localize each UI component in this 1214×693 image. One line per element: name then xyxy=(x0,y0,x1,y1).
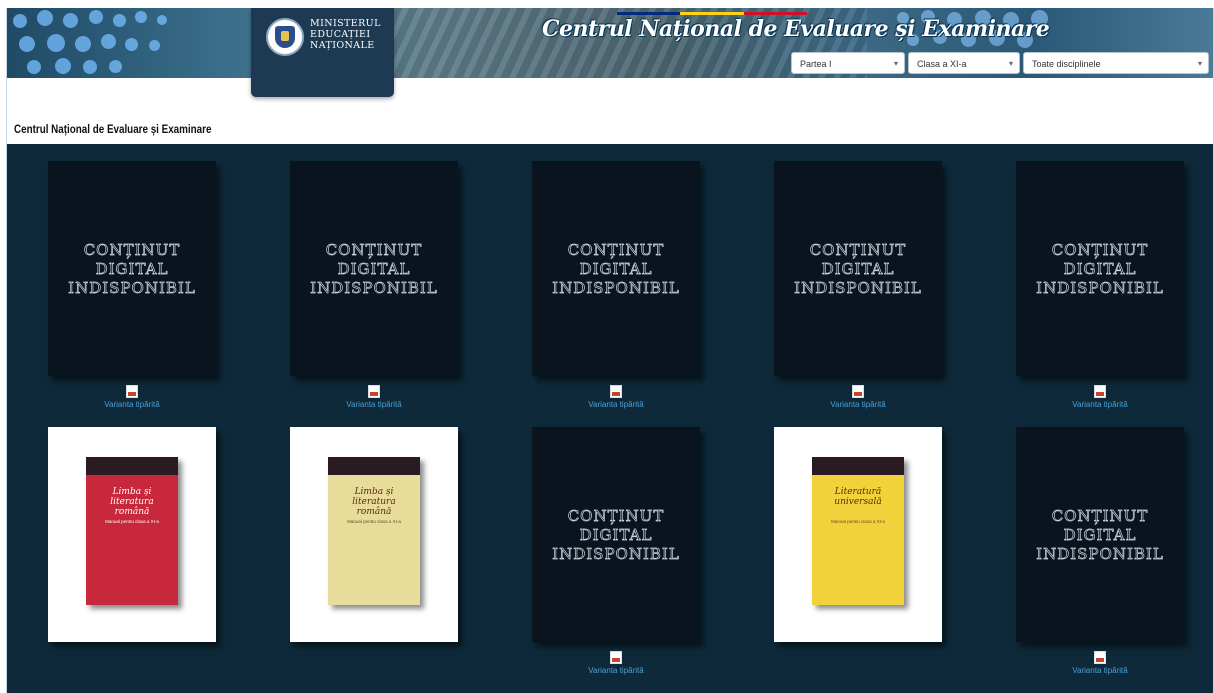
chevron-down-icon: ▾ xyxy=(1008,59,1013,68)
print-version-link[interactable]: Varianta tipărită xyxy=(532,385,700,409)
unavailable-line: indisponibil xyxy=(552,545,680,564)
print-version-label: Varianta tipărită xyxy=(104,400,160,409)
discipline-select-value: Toate disciplinele xyxy=(1032,59,1101,69)
grade-select[interactable]: Clasa a XI-a ▾ xyxy=(908,52,1020,74)
unavailable-line: indisponibil xyxy=(794,279,922,298)
print-version-label: Varianta tipărită xyxy=(1072,666,1128,675)
ministry-name: MINISTERUL EDUCAȚIEI NAȚIONALE xyxy=(310,18,381,51)
unavailable-label: Conținut digital indisponibil xyxy=(532,507,700,564)
book-cover-image: Limba și literatura română Manual pentru … xyxy=(86,457,178,605)
pdf-document-icon xyxy=(610,651,622,664)
page-frame: Centrul Național de Evaluare și Examinar… xyxy=(6,8,1214,693)
unavailable-line: Conținut xyxy=(1051,241,1149,260)
book-title: Literatură universală xyxy=(834,487,882,507)
textbook-unavailable[interactable]: Conținut digital indisponibil xyxy=(290,161,458,376)
pdf-document-icon xyxy=(1094,385,1106,398)
unavailable-label: Conținut digital indisponibil xyxy=(1016,241,1184,298)
print-version-link[interactable]: Varianta tipărită xyxy=(290,385,458,409)
unavailable-line: Conținut xyxy=(325,241,423,260)
ministry-logo[interactable]: MINISTERUL EDUCAȚIEI NAȚIONALE xyxy=(251,8,394,97)
unavailable-line: digital xyxy=(821,260,895,279)
pdf-document-icon xyxy=(126,385,138,398)
unavailable-line: digital xyxy=(1063,260,1137,279)
book-subtitle: Manual pentru clasa a XI-a xyxy=(831,519,885,524)
book-cover-image: Limba și literatura română Manual pentru … xyxy=(328,457,420,605)
stripe-blue xyxy=(617,12,681,15)
stripe-yellow xyxy=(680,12,744,15)
site-title[interactable]: Centrul Național de Evaluare și Examinar… xyxy=(542,16,1050,42)
unavailable-line: digital xyxy=(337,260,411,279)
unavailable-line: digital xyxy=(95,260,169,279)
print-version-label: Varianta tipărită xyxy=(830,400,886,409)
unavailable-line: Conținut xyxy=(83,241,181,260)
print-version-link[interactable]: Varianta tipărită xyxy=(1016,385,1184,409)
book-title: Limba și literatura română xyxy=(352,487,396,517)
print-version-label: Varianta tipărită xyxy=(588,666,644,675)
part-select-value: Partea I xyxy=(800,59,832,69)
print-version-label: Varianta tipărită xyxy=(588,400,644,409)
textbook-unavailable[interactable]: Conținut digital indisponibil xyxy=(532,161,700,376)
print-version-link[interactable]: Varianta tipărită xyxy=(1016,651,1184,675)
textbook-cover[interactable]: Literatură universală Manual pentru clasa… xyxy=(774,427,942,642)
book-cover-image: Literatură universală Manual pentru clasa… xyxy=(812,457,904,605)
print-version-label: Varianta tipărită xyxy=(346,400,402,409)
part-select[interactable]: Partea I ▾ xyxy=(791,52,905,74)
unavailable-line: indisponibil xyxy=(1036,279,1164,298)
print-version-link[interactable]: Varianta tipărită xyxy=(774,385,942,409)
chevron-down-icon: ▾ xyxy=(893,59,898,68)
unavailable-label: Conținut digital indisponibil xyxy=(1016,507,1184,564)
grade-select-value: Clasa a XI-a xyxy=(917,59,967,69)
unavailable-line: digital xyxy=(1063,526,1137,545)
page-title: Centrul Național de Evaluare și Examinar… xyxy=(14,122,212,136)
book-subtitle: Manual pentru clasa a XI-a xyxy=(347,519,401,524)
unavailable-line: digital xyxy=(579,526,653,545)
textbook-unavailable[interactable]: Conținut digital indisponibil xyxy=(1016,427,1184,642)
textbook-unavailable[interactable]: Conținut digital indisponibil xyxy=(1016,161,1184,376)
unavailable-label: Conținut digital indisponibil xyxy=(290,241,458,298)
unavailable-label: Conținut digital indisponibil xyxy=(774,241,942,298)
print-version-link[interactable]: Varianta tipărită xyxy=(48,385,216,409)
unavailable-line: Conținut xyxy=(1051,507,1149,526)
pdf-document-icon xyxy=(368,385,380,398)
ministry-line: EDUCAȚIEI xyxy=(310,29,371,40)
unavailable-line: Conținut xyxy=(567,507,665,526)
unavailable-line: Conținut xyxy=(567,241,665,260)
book-subtitle: Manual pentru clasa a XI-a xyxy=(105,519,159,524)
chevron-down-icon: ▾ xyxy=(1197,59,1202,68)
textbook-grid: Conținut digital indisponibil Varianta tipă… xyxy=(7,144,1213,693)
unavailable-line: indisponibil xyxy=(68,279,196,298)
pdf-document-icon xyxy=(1094,651,1106,664)
book-title: Limba și literatura română xyxy=(110,487,154,517)
header-banner: Centrul Național de Evaluare și Examinar… xyxy=(7,8,1213,78)
unavailable-line: Conținut xyxy=(809,241,907,260)
textbook-unavailable[interactable]: Conținut digital indisponibil xyxy=(774,161,942,376)
print-version-link[interactable]: Varianta tipărită xyxy=(532,651,700,675)
banner-dots-left xyxy=(7,8,257,78)
discipline-select[interactable]: Toate disciplinele ▾ xyxy=(1023,52,1209,74)
unavailable-line: digital xyxy=(579,260,653,279)
tricolor-stripe xyxy=(617,12,807,15)
stripe-red xyxy=(743,12,807,15)
textbook-cover[interactable]: Limba și literatura română Manual pentru … xyxy=(290,427,458,642)
unavailable-label: Conținut digital indisponibil xyxy=(48,241,216,298)
coat-of-arms-icon xyxy=(266,18,304,56)
unavailable-line: indisponibil xyxy=(552,279,680,298)
textbook-unavailable[interactable]: Conținut digital indisponibil xyxy=(48,161,216,376)
ministry-line: MINISTERUL xyxy=(310,18,381,29)
pdf-document-icon xyxy=(610,385,622,398)
unavailable-line: indisponibil xyxy=(310,279,438,298)
textbook-cover[interactable]: Limba și literatura română Manual pentru … xyxy=(48,427,216,642)
textbook-unavailable[interactable]: Conținut digital indisponibil xyxy=(532,427,700,642)
unavailable-line: indisponibil xyxy=(1036,545,1164,564)
unavailable-label: Conținut digital indisponibil xyxy=(532,241,700,298)
ministry-line: NAȚIONALE xyxy=(310,40,375,51)
print-version-label: Varianta tipărită xyxy=(1072,400,1128,409)
pdf-document-icon xyxy=(852,385,864,398)
